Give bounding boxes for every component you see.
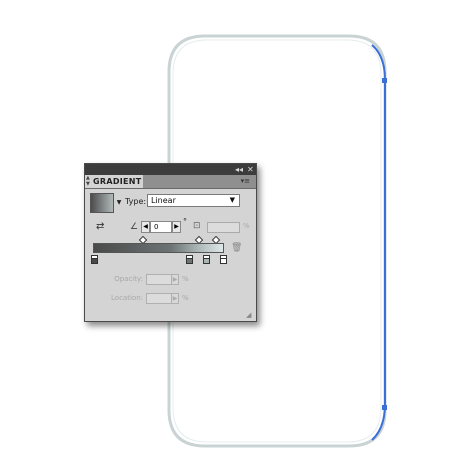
opacity-label: Opacity: (114, 275, 143, 283)
tab-expand-icon[interactable]: ▲ ▼ (86, 175, 90, 187)
panel-title-bar[interactable]: ◂◂ ✕ (85, 164, 256, 175)
double-chevron-icon[interactable]: ◂◂ (235, 164, 243, 175)
location-unit: % (182, 294, 189, 302)
gradient-slider[interactable] (93, 243, 224, 253)
opacity-unit: % (182, 275, 189, 283)
color-stop[interactable] (91, 255, 98, 264)
angle-dropdown-button[interactable]: ▶ (172, 221, 181, 233)
reverse-gradient-icon[interactable]: ⇄ (96, 221, 108, 233)
tab-gradient[interactable]: ▲ ▼ GRADIENT (85, 175, 143, 188)
close-icon[interactable]: ✕ (247, 164, 254, 175)
chevron-down-icon: ▼ (229, 196, 235, 204)
swatch-dropdown-icon[interactable]: ▼ (115, 193, 123, 213)
anchor-point-bottom[interactable] (382, 405, 387, 410)
anchor-point-top[interactable] (382, 78, 387, 83)
color-stop[interactable] (203, 255, 210, 264)
location-label: Location: (111, 294, 143, 302)
angle-unit: ° (183, 217, 187, 226)
gradient-panel: ◂◂ ✕ ▲ ▼ GRADIENT ▾≡ ▼ Type: Linear ▼ ⇄ ∠… (84, 163, 257, 322)
angle-decrement-button[interactable]: ◀ (141, 221, 150, 233)
panel-menu-icon[interactable]: ▾≡ (241, 176, 250, 187)
aspect-ratio-icon: ⊡ (193, 221, 201, 231)
aspect-ratio-unit: % (243, 222, 250, 230)
angle-icon: ∠ (130, 222, 139, 232)
delete-stop-icon[interactable]: 🗑 (231, 244, 242, 253)
location-dropdown-button: ▶ (171, 293, 179, 304)
color-stop[interactable] (186, 255, 193, 264)
color-stop[interactable] (220, 255, 227, 264)
angle-input[interactable]: 0 (150, 221, 172, 233)
type-label: Type: (125, 197, 147, 206)
panel-tab-row: ▲ ▼ GRADIENT ▾≡ (85, 175, 256, 189)
resize-grip-icon[interactable]: ◢ (246, 311, 254, 319)
type-select[interactable]: Linear ▼ (147, 194, 240, 207)
gradient-swatch[interactable] (90, 193, 114, 213)
type-select-value: Linear (151, 196, 176, 205)
opacity-dropdown-button: ▶ (171, 274, 179, 285)
aspect-ratio-input (207, 222, 240, 233)
tab-gradient-label: GRADIENT (93, 177, 142, 186)
